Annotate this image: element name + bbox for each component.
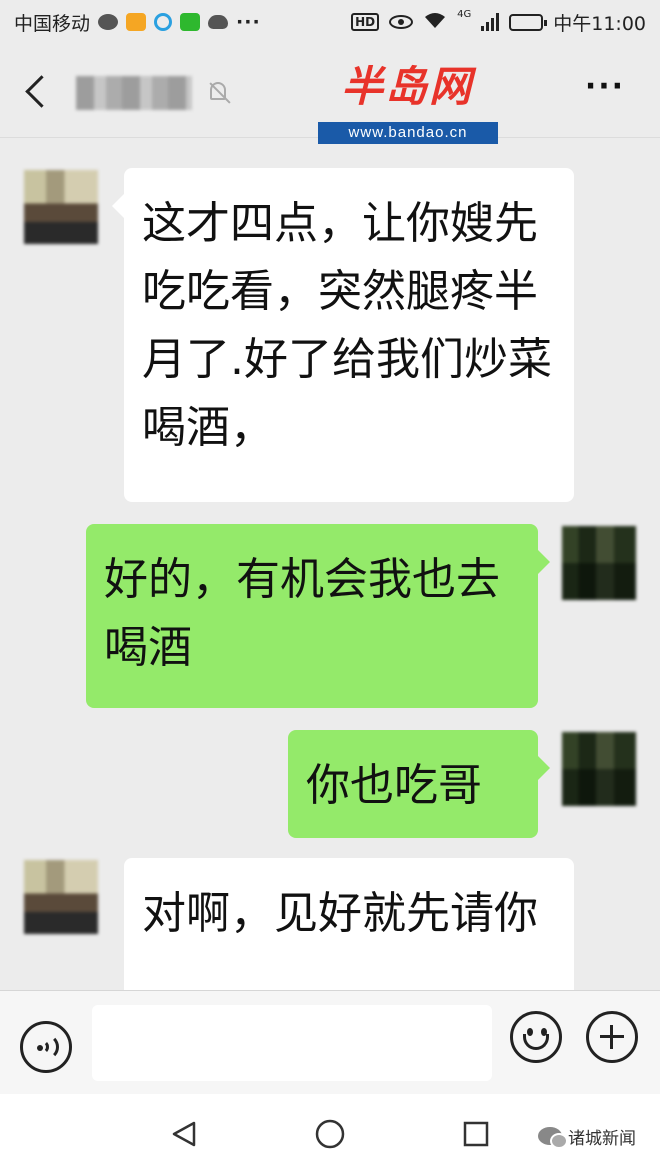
message-bubble-received[interactable]: 这才四点，让你嫂先吃吃看，突然腿疼半月了.好了给我们炒菜喝酒， [112,168,574,502]
message-bubble-sent[interactable]: 你也吃哥 [288,730,550,838]
bandao-url: www.bandao.cn [318,122,498,144]
source-tag: 诸城新闻 [538,1124,636,1149]
signal-icon [481,13,500,31]
status-right: HD 4G 中午11:00 [351,9,646,36]
status-bar: 中国移动 ··· HD 4G 中午11:00 [0,0,660,44]
contact-avatar[interactable] [24,860,98,934]
voice-icon[interactable] [20,1021,72,1073]
bandao-logo-text: 半岛网 [340,62,473,111]
back-button[interactable] [22,72,54,112]
bandao-logo: 半岛网 [312,62,502,112]
message-text: 对啊，见好就先请你 [142,888,538,939]
more-options-button[interactable]: ··· [580,72,630,108]
message-text: 这才四点，让你嫂先吃吃看，突然腿疼半月了.好了给我们炒菜喝酒， [142,198,552,453]
message-text: 好的，有机会我也去喝酒 [104,554,500,673]
more-notifications-icon: ··· [236,11,261,33]
emoji-icon[interactable] [510,1011,562,1063]
circle-home-icon[interactable] [314,1118,346,1150]
video-app-icon [126,13,147,31]
input-bar [0,990,660,1094]
source-label: 诸城新闻 [568,1128,636,1149]
battery-icon [509,13,548,31]
message-bubble-received[interactable]: 对啊，见好就先请你 [124,858,574,990]
system-nav-bar: 诸城新闻 [0,1094,660,1174]
plus-icon[interactable] [586,1011,638,1063]
message-input[interactable] [92,1005,492,1081]
contact-name [76,76,192,110]
network-type: 4G [457,8,472,20]
cloud-icon [208,15,229,29]
carrier-label: 中国移动 [14,12,91,35]
bell-slash-icon [206,80,232,106]
wifi-icon [423,11,447,34]
message-text: 你也吃哥 [306,760,482,811]
hd-badge: HD [351,13,380,31]
contact-avatar[interactable] [24,170,98,244]
my-avatar[interactable] [562,732,636,806]
my-avatar[interactable] [562,526,636,600]
status-left: 中国移动 ··· [14,9,261,36]
browser-icon [154,13,173,31]
eye-icon [389,15,414,29]
wechat-icon [538,1127,568,1149]
message-bubble-sent[interactable]: 好的，有机会我也去喝酒 [86,524,550,708]
triangle-back-icon[interactable] [170,1120,198,1148]
wechat-icon [98,14,119,30]
iqiyi-icon [180,13,201,31]
clock: 中午11:00 [553,12,646,35]
square-recent-icon[interactable] [462,1120,490,1148]
chat-header: 半岛网 www.bandao.cn ··· [0,44,660,144]
